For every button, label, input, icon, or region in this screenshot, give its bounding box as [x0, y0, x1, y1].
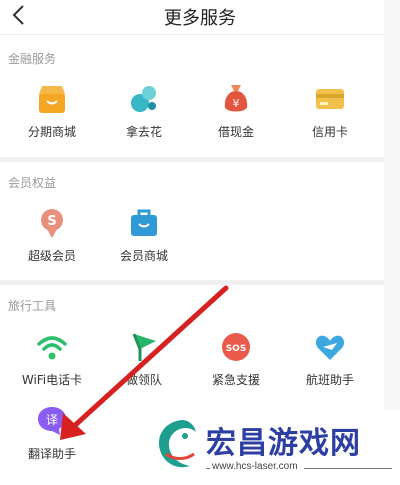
service-label: 分期商城 — [27, 125, 76, 139]
page-title: 更多服务 — [164, 8, 236, 29]
money-bag-icon: ¥ — [224, 85, 248, 112]
shop-icon — [39, 86, 65, 113]
service-label: 做领队 — [125, 373, 162, 387]
service-label: 翻译助手 — [27, 447, 76, 461]
dragon-logo-icon — [158, 420, 196, 468]
svg-text:S: S — [47, 214, 56, 229]
watermark-line — [304, 468, 392, 469]
section-title-membership: 会员权益 — [8, 176, 57, 190]
svg-text:译: 译 — [46, 413, 58, 427]
watermark-title: 宏昌游戏网 — [206, 426, 361, 461]
service-item-flight-assistant[interactable]: 航班助手 — [280, 331, 380, 411]
service-item-translate[interactable]: 译 翻译助手 — [2, 405, 102, 485]
service-item-member-mall[interactable]: 会员商城 — [94, 207, 194, 287]
service-item-installment-mall[interactable]: 分期商城 — [2, 83, 102, 163]
top-bar: 更多服务 — [0, 0, 400, 35]
service-label: WiFi电话卡 — [21, 373, 83, 387]
right-edge — [384, 0, 400, 481]
sos-icon: SOS — [222, 333, 250, 361]
wifi-icon — [37, 336, 67, 360]
super-vip-icon: S — [41, 209, 63, 238]
service-item-emergency[interactable]: SOS 紧急支援 — [186, 331, 286, 411]
service-label: 信用卡 — [311, 125, 348, 139]
watermark: 宏昌游戏网 www.hcs-laser.com — [148, 410, 400, 481]
service-item-be-leader[interactable]: 做领队 — [94, 331, 194, 411]
service-item-wifi-card[interactable]: WiFi电话卡 — [2, 331, 102, 411]
section-title-finance: 金融服务 — [8, 52, 57, 66]
section-divider — [0, 280, 384, 285]
service-label: 拿去花 — [125, 125, 162, 139]
watermark-url: www.hcs-laser.com — [212, 461, 298, 472]
section-title-travel: 旅行工具 — [8, 299, 57, 313]
flag-icon — [132, 333, 156, 361]
service-label: 紧急支援 — [211, 373, 260, 387]
section-divider — [0, 157, 384, 162]
service-item-credit-card[interactable]: 信用卡 — [280, 83, 380, 163]
service-label: 航班助手 — [305, 373, 354, 387]
flower-icon — [131, 86, 156, 112]
service-item-cash-loan[interactable]: ¥ 借现金 — [186, 83, 286, 163]
service-label: 借现金 — [217, 125, 254, 139]
service-label: 超级会员 — [27, 249, 76, 263]
watermark-line — [206, 468, 210, 469]
translate-icon: 译 — [38, 407, 66, 435]
service-item-super-vip[interactable]: S 超级会员 — [2, 207, 102, 287]
svg-text:¥: ¥ — [233, 97, 240, 110]
flight-heart-icon — [315, 335, 345, 360]
svg-text:SOS: SOS — [226, 344, 247, 354]
service-label: 会员商城 — [119, 249, 168, 263]
service-item-naquhua[interactable]: 拿去花 — [94, 83, 194, 163]
credit-card-icon — [316, 89, 344, 109]
member-mall-icon — [131, 209, 157, 236]
